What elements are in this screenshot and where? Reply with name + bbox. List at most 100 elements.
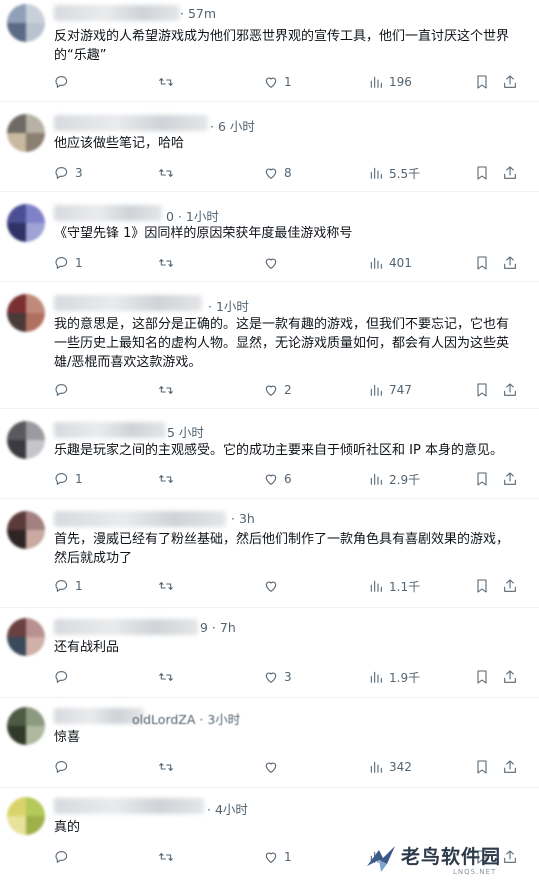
post-time[interactable]: oldLordZA · 3小时 (132, 709, 240, 728)
avatar-fill (7, 313, 26, 332)
avatar[interactable] (7, 797, 45, 835)
retweet-button[interactable] (158, 847, 179, 867)
avatar-fill (26, 511, 45, 530)
views-count: 342 (389, 760, 412, 774)
reply-button[interactable]: 1 (54, 576, 83, 596)
views-icon (370, 671, 382, 683)
avatar[interactable] (7, 4, 45, 42)
reply-text: 《守望先锋 1》因同样的原因荣获年度最佳游戏称号 (54, 226, 353, 241)
share-button[interactable] (502, 163, 518, 183)
post-time[interactable]: · 3h (231, 511, 255, 526)
reply-icon (55, 761, 68, 773)
reply-item[interactable]: 5 小时 乐趣是玩家之间的主观感受。它的成功主要来自于倾听社区和 IP 本身的意… (0, 409, 539, 499)
post-time[interactable]: 5 小时 (167, 422, 204, 441)
avatar[interactable] (7, 707, 45, 745)
views-button[interactable]: 2.9千 (368, 469, 420, 489)
share-icon (504, 75, 516, 88)
like-icon (265, 762, 277, 773)
retweet-button[interactable] (158, 72, 179, 92)
reply-item[interactable]: 0 · 1小时 《守望先锋 1》因同样的原因荣获年度最佳游戏称号 1 401 (0, 192, 539, 282)
share-button[interactable] (502, 757, 518, 777)
reply-item[interactable]: · 57m 反对游戏的人希望游戏成为他们邪恶世界观的宣传工具，他们一直讨厌这个世… (0, 0, 539, 102)
bookmark-icon (477, 472, 487, 486)
avatar[interactable] (7, 421, 45, 459)
share-button[interactable] (502, 253, 518, 273)
avatar[interactable] (7, 204, 45, 242)
avatar-fill (26, 816, 45, 835)
reply-button[interactable] (54, 847, 75, 867)
avatar[interactable] (7, 618, 45, 656)
like-button[interactable] (263, 253, 284, 273)
share-button[interactable] (502, 576, 518, 596)
action-bar: 1 196 (54, 72, 524, 92)
retweet-button[interactable] (158, 469, 179, 489)
post-time[interactable]: · 1小时 (208, 296, 249, 315)
like-button[interactable]: 8 (263, 163, 292, 183)
bookmark-button[interactable] (474, 163, 490, 183)
like-icon (265, 852, 277, 863)
reply-button[interactable]: 3 (54, 163, 83, 183)
reply-count: 1 (75, 256, 83, 270)
reply-button[interactable] (54, 380, 75, 400)
avatar[interactable] (7, 511, 45, 549)
views-icon (370, 761, 382, 773)
bookmark-button[interactable] (474, 253, 490, 273)
avatar[interactable] (7, 114, 45, 152)
bookmark-button[interactable] (474, 469, 490, 489)
reply-item[interactable]: · 6 小时 他应该做些笔记，哈哈 3 8 5.5千 (0, 102, 539, 192)
reply-item[interactable]: · 1小时 我的意思是，这部分是正确的。这是一款有趣的游戏，但我们不要忘记，它也… (0, 282, 539, 409)
bookmark-button[interactable] (474, 667, 490, 687)
like-icon (265, 581, 277, 592)
like-button[interactable]: 6 (263, 469, 292, 489)
watermark-subtitle: LNQS.NET (453, 868, 497, 876)
views-button[interactable]: 1.1千 (368, 576, 420, 596)
post-time[interactable]: 9 · 7h (200, 620, 236, 635)
avatar-fill (26, 797, 45, 816)
share-button[interactable] (502, 72, 518, 92)
like-icon (265, 77, 277, 88)
reply-item[interactable]: 9 · 7h 还有战利品 3 1.9千 (0, 608, 539, 698)
retweet-button[interactable] (158, 380, 179, 400)
reply-item[interactable]: oldLordZA · 3小时 惊喜 342 (0, 698, 539, 788)
views-button[interactable]: 401 (368, 253, 412, 273)
reply-button[interactable] (54, 667, 75, 687)
views-button[interactable]: 747 (368, 380, 412, 400)
retweet-button[interactable] (158, 667, 179, 687)
views-button[interactable]: 1.9千 (368, 667, 420, 687)
bookmark-button[interactable] (474, 72, 490, 92)
like-button[interactable] (263, 757, 284, 777)
reply-count: 1 (75, 472, 83, 486)
like-button[interactable]: 2 (263, 380, 292, 400)
post-time[interactable]: 0 · 1小时 (166, 206, 219, 225)
reply-button[interactable]: 1 (54, 469, 83, 489)
retweet-button[interactable] (158, 163, 179, 183)
retweet-button[interactable] (158, 253, 179, 273)
reply-button[interactable] (54, 72, 75, 92)
like-button[interactable]: 1 (263, 847, 292, 867)
retweet-icon (159, 169, 173, 177)
retweet-icon (159, 386, 173, 394)
reply-icon (55, 76, 68, 88)
views-button[interactable]: 5.5千 (368, 163, 420, 183)
avatar[interactable] (7, 294, 45, 332)
retweet-button[interactable] (158, 576, 179, 596)
post-time[interactable]: · 57m (180, 6, 216, 21)
reply-button[interactable] (54, 757, 75, 777)
share-button[interactable] (502, 380, 518, 400)
like-button[interactable]: 3 (263, 667, 292, 687)
like-button[interactable]: 1 (263, 72, 292, 92)
bookmark-button[interactable] (474, 380, 490, 400)
bookmark-button[interactable] (474, 576, 490, 596)
reply-item[interactable]: · 3h 首先，漫威已经有了粉丝基础，然后他们制作了一款角色具有喜剧效果的游戏，… (0, 499, 539, 608)
post-time[interactable]: · 4小时 (207, 799, 248, 818)
share-button[interactable] (502, 667, 518, 687)
bookmark-button[interactable] (474, 757, 490, 777)
views-button[interactable]: 196 (368, 72, 412, 92)
share-button[interactable] (502, 469, 518, 489)
reply-button[interactable]: 1 (54, 253, 83, 273)
retweet-button[interactable] (158, 757, 179, 777)
post-time[interactable]: · 6 小时 (210, 116, 255, 135)
like-button[interactable] (263, 576, 284, 596)
views-button[interactable]: 342 (368, 757, 412, 777)
views-icon (370, 257, 382, 269)
